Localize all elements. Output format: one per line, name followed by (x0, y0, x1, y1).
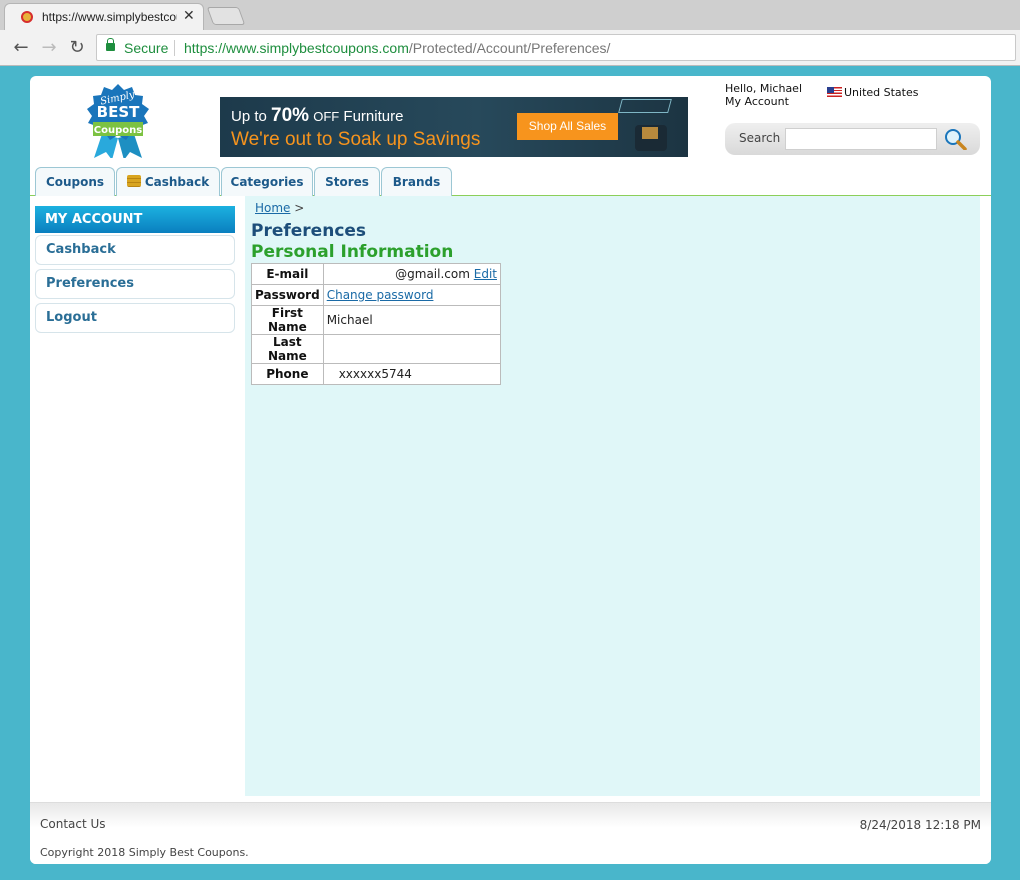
main-nav-tabs: Coupons Cashback Categories Stores Brand… (30, 167, 991, 196)
password-label: Password (251, 284, 324, 306)
search-label: Search (739, 131, 781, 145)
sidebar-item-logout[interactable]: Logout (35, 303, 235, 333)
account-greeting: Hello, Michael My Account (725, 82, 802, 108)
banner-percent: 70% (271, 105, 310, 126)
browser-toolbar: ← → ↻ Secure https://www.simplybestcoupo… (0, 30, 1020, 66)
change-password-link[interactable]: Change password (327, 288, 434, 302)
browser-tabstrip: https://www.simplybestcoupons.com/Protec… (0, 0, 1020, 30)
svg-text:BEST: BEST (97, 103, 140, 121)
url-host: www.simplybestcoupons.com (226, 40, 409, 56)
personal-info-table: E-mail @gmail.com Edit Password Change p… (251, 263, 502, 385)
svg-text:Coupons: Coupons (94, 125, 142, 136)
url-path: /Protected/Account/Preferences/ (408, 40, 611, 56)
tab-brands[interactable]: Brands (381, 167, 452, 196)
search-input[interactable] (785, 128, 937, 150)
contact-us-link[interactable]: Contact Us (40, 817, 106, 831)
first-name-label: First Name (251, 305, 324, 335)
password-cell: Change password (322, 284, 502, 306)
phone-value: xxxxxx5744 (322, 363, 502, 385)
close-tab-icon[interactable]: ✕ (183, 8, 195, 24)
table-row: E-mail @gmail.com Edit (251, 263, 502, 285)
last-name-value (322, 334, 502, 364)
banner-headline: Up to 70% OFF Furniture (231, 105, 403, 127)
forward-arrow-icon[interactable]: → (36, 35, 62, 61)
banner-off: OFF (313, 109, 340, 124)
table-row: First Name Michael (251, 305, 502, 335)
search-box: Search (725, 123, 980, 155)
country-label: United States (844, 86, 919, 99)
edit-email-link[interactable]: Edit (474, 267, 497, 281)
footer-timestamp: 8/24/2018 12:18 PM (859, 818, 981, 832)
sidebar-item-cashback[interactable]: Cashback (35, 235, 235, 265)
shop-all-sales-button[interactable]: Shop All Sales (517, 113, 618, 140)
coins-icon (126, 175, 141, 187)
banner-category: Furniture (343, 108, 404, 125)
sidebar-heading: MY ACCOUNT (35, 206, 235, 233)
us-flag-icon (827, 87, 842, 97)
lamp-graphic (618, 99, 672, 113)
tab-categories[interactable]: Categories (221, 167, 313, 196)
tab-cashback-label: Cashback (144, 175, 210, 189)
breadcrumb: Home > (255, 201, 304, 215)
sidebar-item-preferences[interactable]: Preferences (35, 269, 235, 299)
site-favicon-icon (21, 11, 33, 23)
browser-tab[interactable]: https://www.simplybestcoupons.com/Protec… (4, 3, 204, 30)
banner-up-to: Up to (231, 108, 267, 125)
promo-banner[interactable]: Up to 70% OFF Furniture We're out to Soa… (220, 97, 688, 157)
breadcrumb-separator: > (294, 201, 305, 215)
page-footer: Contact Us 8/24/2018 12:18 PM Copyright … (30, 802, 991, 864)
table-row: Password Change password (251, 284, 502, 306)
my-account-link[interactable]: My Account (725, 95, 802, 108)
url-text[interactable]: https://www.simplybestcoupons.com/Protec… (184, 40, 610, 56)
first-name-value: Michael (322, 305, 502, 335)
address-separator (174, 40, 175, 56)
back-arrow-icon[interactable]: ← (8, 35, 34, 61)
email-label: E-mail (251, 263, 324, 285)
last-name-label: Last Name (251, 334, 324, 364)
hello-text: Hello, Michael (725, 82, 803, 95)
new-tab-button[interactable] (206, 7, 246, 25)
country-selector[interactable]: United States (827, 86, 919, 99)
page-card: Simply BEST Coupons Up to 70% OFF Furnit… (30, 76, 991, 864)
banner-tagline: We're out to Soak up Savings (231, 129, 481, 150)
main-content: Home > Preferences Personal Information … (245, 196, 980, 796)
address-bar[interactable]: Secure https://www.simplybestcoupons.com… (96, 34, 1016, 61)
tab-title: https://www.simplybestcoupons.com/Protec… (42, 10, 177, 24)
phone-label: Phone (251, 363, 324, 385)
breadcrumb-home-link[interactable]: Home (255, 201, 290, 215)
reload-icon[interactable]: ↻ (64, 35, 90, 61)
pillow-graphic (642, 127, 658, 139)
lock-icon (106, 38, 115, 51)
tab-stores[interactable]: Stores (314, 167, 380, 196)
email-cell: @gmail.com Edit (322, 263, 502, 285)
section-title: Personal Information (251, 242, 454, 262)
site-logo[interactable]: Simply BEST Coupons (80, 82, 156, 158)
tab-coupons[interactable]: Coupons (35, 167, 115, 196)
page-title: Preferences (251, 221, 367, 241)
copyright-text: Copyright 2018 Simply Best Coupons. (40, 846, 249, 859)
email-value: @gmail.com (395, 267, 470, 281)
table-row: Phone xxxxxx5744 (251, 363, 502, 385)
url-scheme: https:// (184, 40, 227, 56)
tab-cashback[interactable]: Cashback (116, 167, 220, 196)
search-icon[interactable] (943, 128, 967, 150)
table-row: Last Name (251, 334, 502, 364)
secure-label: Secure (124, 40, 169, 56)
